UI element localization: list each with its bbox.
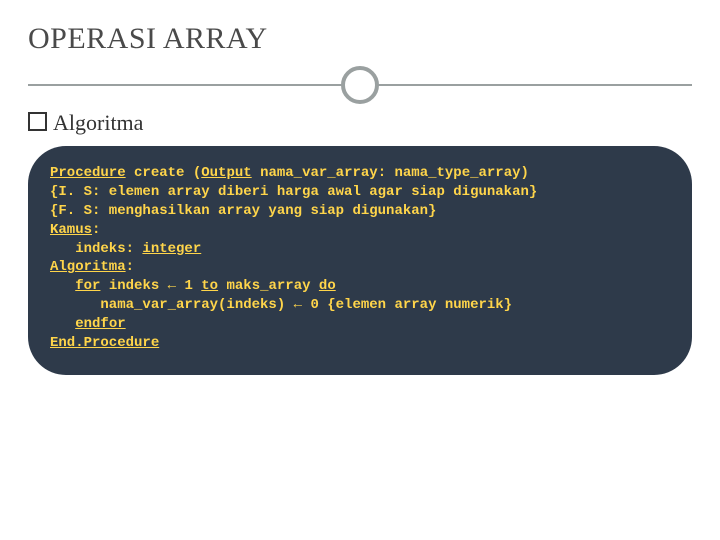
subtitle-row: Algoritma: [28, 110, 692, 136]
code-line-3: {F. S: menghasilkan array yang siap digu…: [50, 202, 670, 221]
code-panel: Procedure create (Output nama_var_array:…: [28, 146, 692, 375]
kw-procedure: Procedure: [50, 165, 126, 181]
title-divider: [28, 66, 692, 104]
kw-kamus: Kamus: [50, 222, 92, 238]
square-bullet-icon: [28, 112, 47, 131]
page-title: OPERASI ARRAY: [28, 22, 692, 56]
code-line-8: nama_var_array(indeks) ← 0 {elemen array…: [50, 296, 670, 315]
code-text: indeks: [100, 278, 167, 294]
kw-to: to: [201, 278, 218, 294]
kw-endfor: endfor: [75, 316, 125, 332]
code-text: 0 {elemen array numerik}: [302, 297, 512, 313]
code-text: nama_var_array(indeks): [50, 297, 294, 313]
code-line-9: endfor: [50, 315, 670, 334]
code-text: 1: [176, 278, 201, 294]
kw-endprocedure: End.Procedure: [50, 335, 159, 351]
code-text: [50, 316, 75, 332]
code-text: :: [92, 222, 100, 238]
code-line-2: {I. S: elemen array diberi harga awal ag…: [50, 183, 670, 202]
kw-algoritma: Algoritma: [50, 259, 126, 275]
kw-integer: integer: [142, 241, 201, 257]
code-text: indeks:: [50, 241, 142, 257]
code-text: [50, 278, 75, 294]
kw-for: for: [75, 278, 100, 294]
code-text: {F. S: menghasilkan array yang siap digu…: [50, 203, 436, 219]
kw-output: Output: [201, 165, 251, 181]
code-text: :: [126, 259, 134, 275]
code-line-10: End.Procedure: [50, 334, 670, 353]
arrow-left-icon: ←: [168, 278, 176, 294]
slide: OPERASI ARRAY Algoritma Procedure create…: [0, 0, 720, 540]
subtitle-text: Algoritma: [53, 110, 143, 135]
divider-ring-icon: [341, 66, 379, 104]
code-line-1: Procedure create (Output nama_var_array:…: [50, 164, 670, 183]
code-line-7: for indeks ← 1 to maks_array do: [50, 277, 670, 296]
arrow-left-icon: ←: [294, 297, 302, 313]
code-text: {I. S: elemen array diberi harga awal ag…: [50, 184, 537, 200]
code-text: maks_array: [218, 278, 319, 294]
kw-do: do: [319, 278, 336, 294]
code-text: create (: [126, 165, 202, 181]
code-line-5: indeks: integer: [50, 240, 670, 259]
code-line-4: Kamus:: [50, 221, 670, 240]
code-text: nama_var_array: nama_type_array): [252, 165, 529, 181]
code-line-6: Algoritma:: [50, 258, 670, 277]
